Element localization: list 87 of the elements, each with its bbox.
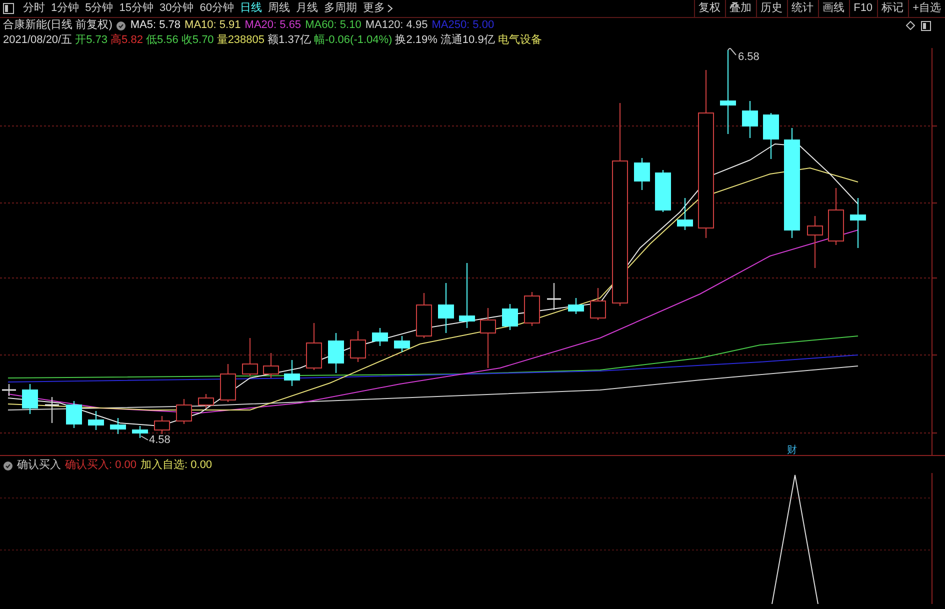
toolbar-button[interactable]: F10 <box>848 0 877 17</box>
candlestick <box>176 398 192 424</box>
quote-field: 额1.37亿 <box>268 32 311 49</box>
candlestick <box>132 426 148 438</box>
toolbar-button[interactable]: 画线 <box>818 0 849 17</box>
period-tab[interactable]: 月线 <box>293 0 321 17</box>
candlestick <box>416 292 432 338</box>
candlestick <box>590 288 606 320</box>
candlestick <box>568 298 584 314</box>
candlestick <box>263 352 279 378</box>
candlestick <box>372 328 388 346</box>
period-tab[interactable]: 多周期 <box>321 0 360 17</box>
candlestick <box>763 112 779 160</box>
leader-line <box>140 436 148 440</box>
candlestick <box>154 416 170 434</box>
leader-line <box>728 48 736 56</box>
quote-field: 2021/08/20/五 <box>3 32 72 49</box>
toolbar-button[interactable]: 叠加 <box>724 0 756 17</box>
moving-average-label: MA5: 5.78 <box>130 18 181 34</box>
indicator-name: 确认买入 <box>17 458 61 474</box>
moving-average-label: MA250: 5.00 <box>432 18 494 34</box>
quote-field: 低5.56 <box>146 32 178 49</box>
candlestick <box>438 282 454 334</box>
candlestick <box>547 282 561 310</box>
settings-icon[interactable] <box>3 460 13 470</box>
candlestick <box>306 322 322 370</box>
toolbar-button[interactable]: +自选 <box>908 0 945 17</box>
event-marker[interactable]: 财 <box>787 445 797 455</box>
price-label: 4.58 <box>149 434 170 446</box>
quote-field: 高5.82 <box>110 32 143 49</box>
candlestick <box>502 304 518 330</box>
period-tab[interactable]: 分时 <box>20 0 48 17</box>
candlestick <box>45 396 59 424</box>
quote-field: 开5.73 <box>75 32 108 49</box>
candlestick <box>850 198 866 248</box>
chevron-right-icon <box>387 4 393 13</box>
quote-field: 收5.70 <box>181 32 214 49</box>
indicator-value: 加入自选: 0.00 <box>140 458 212 474</box>
toolbar-button[interactable]: 标记 <box>876 0 908 17</box>
candlestick <box>110 418 126 434</box>
candlestick <box>88 410 104 430</box>
period-tab[interactable]: 周线 <box>265 0 293 17</box>
period-tab[interactable]: 日线 <box>237 0 265 17</box>
candlestick <box>634 158 650 190</box>
candlestick <box>742 100 758 138</box>
quote-field: 流通10.9亿 <box>440 32 495 49</box>
candlestick <box>66 400 82 428</box>
indicator-value: 确认买入: 0.00 <box>65 458 137 474</box>
stock-title: 合康新能(日线 前复权) <box>3 18 112 34</box>
candlestick <box>828 188 844 246</box>
quote-field: 幅-0.06(-1.04%) <box>314 32 392 49</box>
candlestick <box>677 198 693 230</box>
candlestick <box>2 384 16 396</box>
diamond-icon[interactable] <box>906 21 915 30</box>
candlestick <box>459 262 475 328</box>
panel-toggle-icon[interactable] <box>921 20 931 30</box>
moving-average-label: MA60: 5.10 <box>305 18 362 34</box>
candlestick <box>198 394 214 408</box>
candlestick <box>242 338 258 376</box>
candlestick <box>22 384 38 414</box>
period-tab[interactable]: 15分钟 <box>116 0 156 17</box>
period-tab[interactable]: 1分钟 <box>48 0 82 17</box>
candlestick <box>655 170 671 212</box>
candlestick <box>807 216 823 268</box>
moving-average-label: MA120: 4.95 <box>365 18 428 34</box>
moving-average-label: MA20: 5.65 <box>244 18 302 34</box>
more-button[interactable]: 更多 <box>360 0 396 17</box>
candlestick <box>394 336 410 352</box>
quote-field: 换2.19% <box>395 32 438 49</box>
period-tab[interactable]: 60分钟 <box>196 0 237 17</box>
price-label: 6.58 <box>738 51 760 63</box>
panel-toggle-icon[interactable] <box>3 3 14 14</box>
candlestick <box>480 308 496 368</box>
candlestick <box>328 332 344 374</box>
quote-field: 量238805 <box>216 32 265 49</box>
period-tab[interactable]: 5分钟 <box>82 0 116 17</box>
quote-field: 电气设备 <box>498 32 542 49</box>
candlestick <box>524 292 540 326</box>
candlestick <box>350 330 366 362</box>
period-tab[interactable]: 30分钟 <box>156 0 197 17</box>
settings-icon[interactable] <box>116 20 126 30</box>
candlestick <box>220 364 236 402</box>
candlestick <box>284 360 300 386</box>
toolbar-button[interactable]: 历史 <box>756 0 787 17</box>
moving-average-label: MA10: 5.91 <box>184 18 241 34</box>
toolbar-button[interactable]: 统计 <box>786 0 818 17</box>
toolbar-button[interactable]: 复权 <box>694 0 725 17</box>
